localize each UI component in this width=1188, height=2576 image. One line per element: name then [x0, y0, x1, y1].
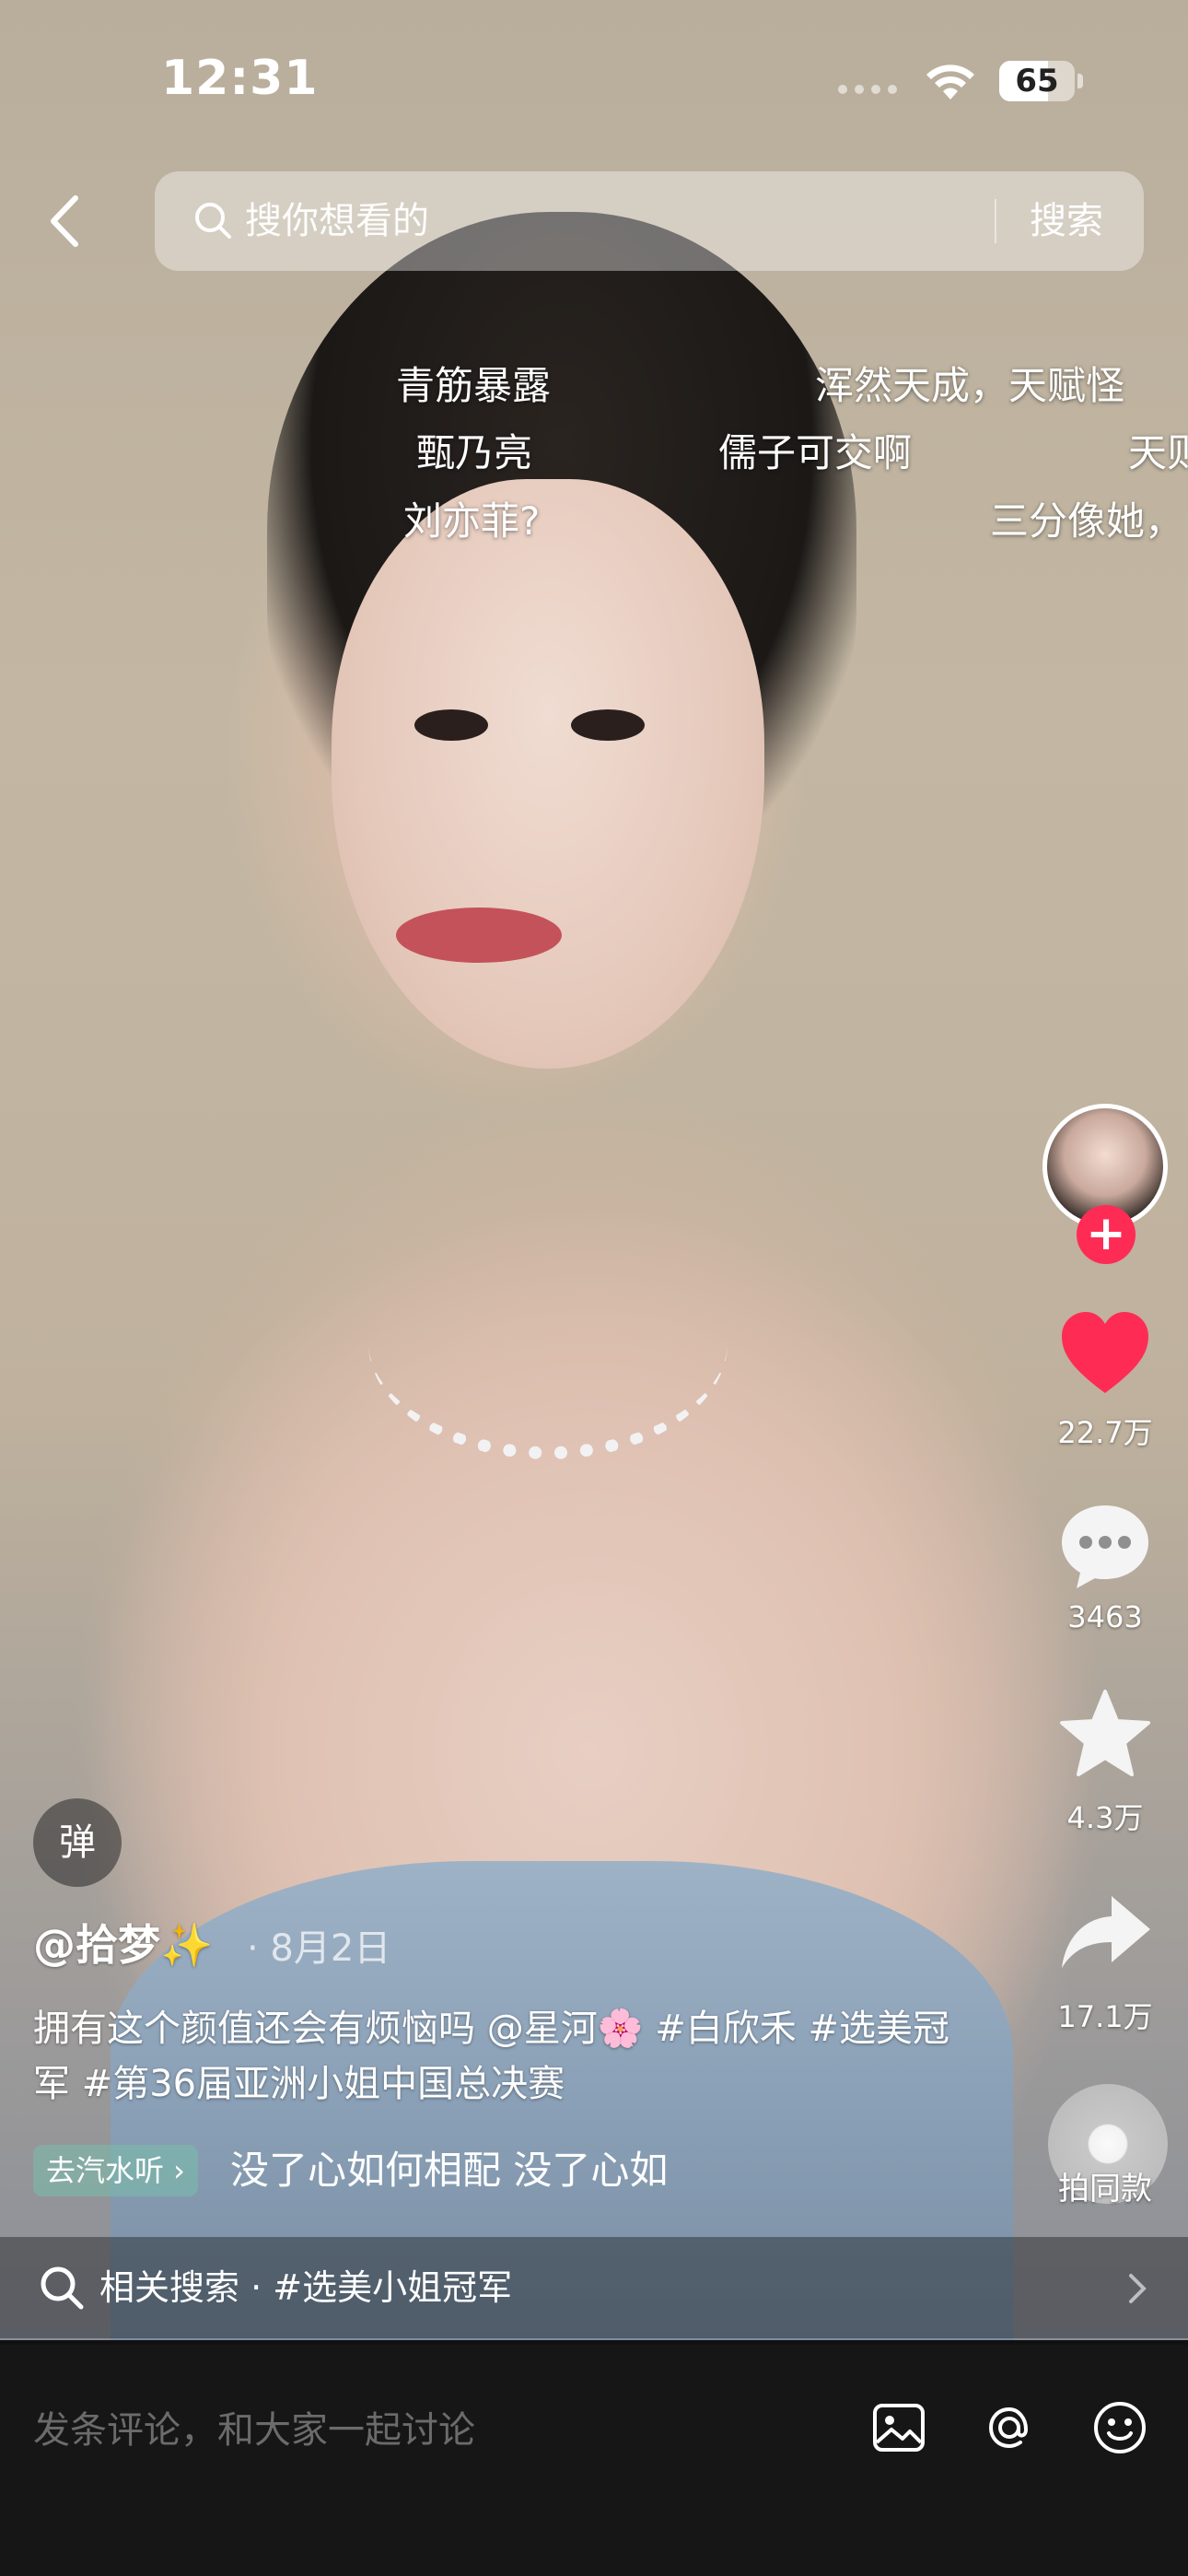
share-arrow-icon[interactable] [1054, 1887, 1156, 1979]
share-count: 17.1万 [1057, 1999, 1153, 2034]
comment-bar: 发条评论，和大家一起讨论 [0, 2345, 1188, 2576]
danmaku-comment: 青筋暴露 [396, 363, 552, 408]
search-input[interactable]: 搜你想看的 [245, 171, 429, 271]
image-icon[interactable] [869, 2398, 928, 2457]
back-arrow-icon[interactable] [37, 189, 92, 253]
same-style-label[interactable]: 拍同款 [1031, 2163, 1179, 2208]
related-search-bar[interactable]: 相关搜索 · #选美小姐冠军 [0, 2237, 1188, 2338]
video-frame-eye-right [571, 709, 645, 741]
favorite-star-icon[interactable] [1054, 1688, 1156, 1780]
comment-bubble-icon[interactable] [1054, 1500, 1156, 1592]
cellular-signal-icon [838, 85, 897, 94]
comment-count: 3463 [1067, 1599, 1143, 1634]
danmaku-comment: 天则 [1128, 430, 1188, 475]
danmaku-comment: 儒子可交啊 [718, 430, 913, 475]
video-player[interactable] [0, 0, 1188, 2340]
search-divider [995, 199, 996, 243]
danmaku-toggle-button[interactable]: 弹 [33, 1798, 122, 1887]
emoji-icon[interactable] [1090, 2398, 1149, 2457]
post-date: · 8月2日 [247, 1927, 391, 1970]
danmaku-comment: 三分像她， [990, 498, 1184, 544]
related-search-label: 相关搜索 · #选美小姐冠军 [99, 2267, 513, 2308]
video-frame-eye-left [414, 709, 488, 741]
music-app-link[interactable]: 去汽水听 › [33, 2145, 198, 2196]
status-time: 12:31 [161, 51, 319, 106]
post-caption[interactable]: 拥有这个颜值还会有烦恼吗 @星河🌸 #白欣禾 #选美冠军 #第36届亚洲小姐中国… [33, 2001, 954, 2112]
battery-icon: 65 [999, 61, 1075, 101]
search-icon [41, 2266, 84, 2310]
video-frame-face [332, 479, 764, 1069]
danmaku-comment: 浑然天成，天赋怪 [815, 363, 1125, 408]
danmaku-comment: 刘亦菲? [403, 498, 541, 544]
chevron-right-icon [1129, 2274, 1147, 2303]
music-lyrics[interactable]: 没了心如何相配 没了心如 [230, 2141, 691, 2200]
wifi-icon [926, 64, 974, 100]
mention-at-icon[interactable] [980, 2398, 1039, 2457]
like-heart-icon[interactable] [1054, 1308, 1156, 1400]
video-frame-necklace [368, 1225, 728, 1459]
search-icon [195, 203, 231, 239]
battery-percent: 65 [1015, 63, 1059, 100]
like-count: 22.7万 [1057, 1415, 1153, 1450]
danmaku-comment: 甄乃亮 [416, 430, 533, 475]
status-bar: 12:31 65 [0, 0, 1188, 157]
video-frame-lips [396, 907, 562, 963]
favorite-count: 4.3万 [1066, 1800, 1144, 1835]
comment-input[interactable]: 发条评论，和大家一起讨论 [33, 2400, 475, 2453]
follow-button[interactable]: + [1077, 1205, 1136, 1264]
search-button[interactable]: 搜索 [1030, 171, 1103, 271]
battery-tip [1077, 74, 1083, 88]
search-bar[interactable]: 搜你想看的 搜索 [155, 171, 1144, 271]
author-name[interactable]: @拾梦✨ [33, 1912, 213, 1973]
